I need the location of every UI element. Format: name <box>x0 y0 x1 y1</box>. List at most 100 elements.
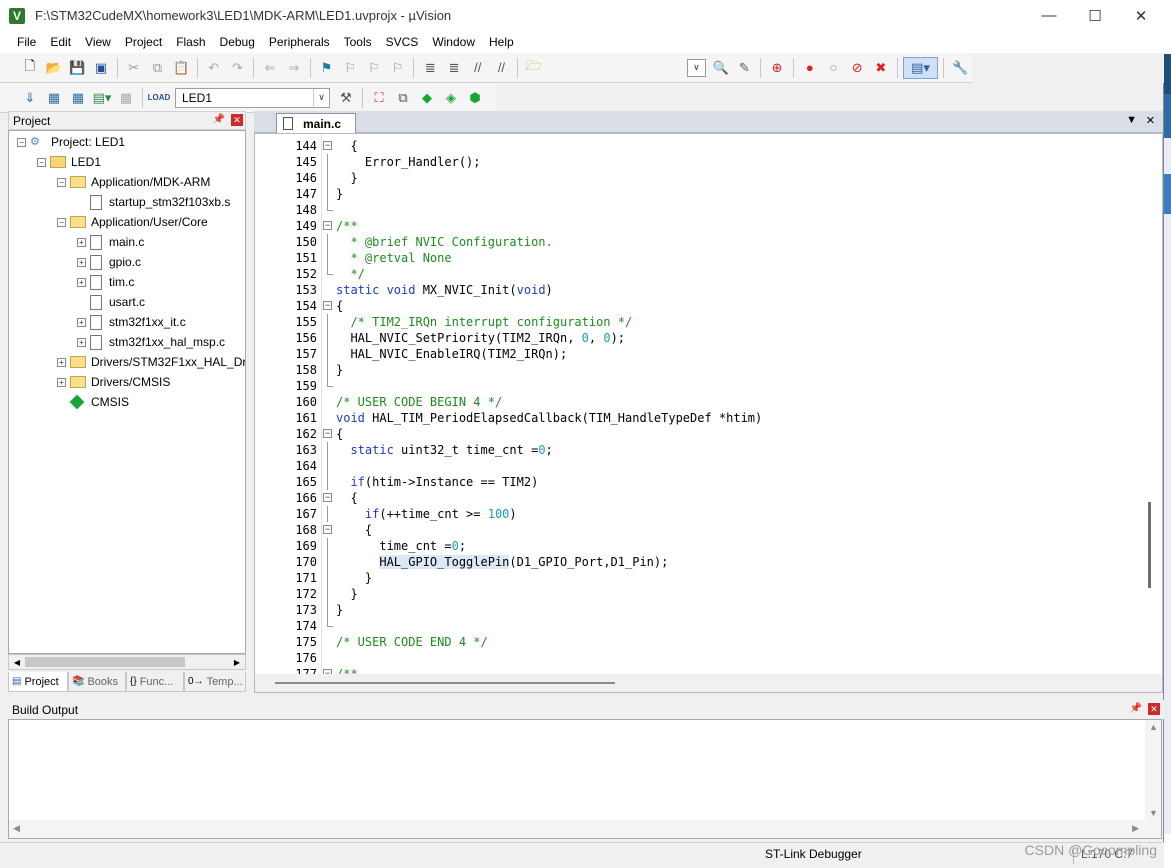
code-line[interactable]: HAL_NVIC_SetPriority(TIM2_IRQn, 0, 0); <box>336 330 625 346</box>
undo-icon[interactable]: ↶ <box>203 57 225 79</box>
code-line[interactable]: { <box>336 426 343 442</box>
menu-view[interactable]: View <box>78 35 118 49</box>
tree-item[interactable]: − ⚙ Project: LED1 <box>17 132 125 152</box>
fold-toggle-icon[interactable]: − <box>322 666 333 674</box>
configure-icon[interactable]: 🔧 <box>949 57 971 79</box>
cut-icon[interactable]: ✂ <box>123 57 145 79</box>
menu-project[interactable]: Project <box>118 35 169 49</box>
code-line[interactable]: HAL_GPIO_TogglePin(D1_GPIO_Port,D1_Pin); <box>336 554 668 570</box>
navigate-back-icon[interactable]: ⇐ <box>259 57 281 79</box>
build-icon[interactable]: ▦ <box>43 87 65 109</box>
code-line[interactable]: * @retval None <box>336 250 451 266</box>
code-line[interactable]: if(htim->Instance == TIM2) <box>336 474 538 490</box>
code-line[interactable]: } <box>336 586 357 602</box>
tree-item[interactable]: − Application/MDK-ARM <box>57 172 210 192</box>
code-line[interactable]: * @brief NVIC Configuration. <box>336 234 552 250</box>
tab-templates[interactable]: 0→ Temp... <box>184 672 246 692</box>
manage-run-time-environment-icon[interactable]: ⬢ <box>464 87 486 109</box>
file-extensions-icon[interactable]: ⛶ <box>368 87 390 109</box>
scroll-left-icon[interactable]: ◀ <box>13 823 20 834</box>
batch-build-icon[interactable]: ▤▾ <box>91 87 113 109</box>
build-output-horizontal-scrollbar[interactable]: ◀ ▶ <box>9 820 1161 838</box>
code-editor[interactable]: 144 145 146 147 148 149 150 151 152 153 154 155 156 1… <box>254 133 1163 693</box>
code-line[interactable]: static void MX_NVIC_Init(void) <box>336 282 553 298</box>
code-line[interactable]: /* USER CODE BEGIN 4 */ <box>336 394 502 410</box>
expand-icon[interactable]: + <box>77 257 86 267</box>
tree-item[interactable]: + main.c <box>77 232 144 252</box>
disable-all-breakpoints-icon[interactable]: ⊘ <box>846 57 868 79</box>
tab-main-c[interactable]: main.c <box>276 113 356 133</box>
bookmark-clear-icon[interactable]: ⚐ <box>387 57 409 79</box>
find-icon[interactable]: 🔍 <box>710 57 732 79</box>
expand-icon[interactable]: + <box>57 377 66 387</box>
tree-item[interactable]: − Application/User/Core <box>57 212 208 232</box>
find-combo-dropdown[interactable]: ∨ <box>687 58 706 77</box>
unindent-icon[interactable]: ≣ <box>443 57 465 79</box>
fold-toggle-icon[interactable]: − <box>322 298 333 314</box>
fold-toggle-icon[interactable]: − <box>322 490 333 506</box>
close-icon[interactable]: ✕ <box>231 114 243 126</box>
tree-item[interactable]: + tim.c <box>77 272 134 292</box>
uncomment-icon[interactable]: // <box>491 57 513 79</box>
code-line[interactable]: HAL_NVIC_EnableIRQ(TIM2_IRQn); <box>336 346 567 362</box>
tree-item[interactable]: CMSIS <box>57 392 129 412</box>
scroll-right-icon[interactable]: ▶ <box>230 656 244 668</box>
pin-icon[interactable]: 📌 <box>213 114 225 125</box>
tree-item[interactable]: usart.c <box>77 292 145 312</box>
menu-flash[interactable]: Flash <box>169 35 212 49</box>
insert-breakpoint-icon[interactable]: ● <box>799 57 821 79</box>
close-tab-icon[interactable]: ✕ <box>1146 114 1155 127</box>
editor-horizontal-scrollbar[interactable] <box>255 674 1162 692</box>
tree-item[interactable]: − LED1 <box>37 152 101 172</box>
code-line[interactable]: { <box>336 522 372 538</box>
bookmark-prev-icon[interactable]: ⚐ <box>339 57 361 79</box>
build-output-vertical-scrollbar[interactable]: ▲ ▼ <box>1145 720 1161 820</box>
rebuild-icon[interactable]: ▦ <box>67 87 89 109</box>
scroll-right-icon[interactable]: ▶ <box>1132 823 1139 834</box>
tab-functions[interactable]: {} Func... <box>126 672 184 692</box>
paste-icon[interactable]: 📋 <box>170 57 192 79</box>
code-line[interactable]: void HAL_TIM_PeriodElapsedCallback(TIM_H… <box>336 410 762 426</box>
tab-books[interactable]: 📚 Books <box>68 672 126 692</box>
translate-icon[interactable]: ⇓ <box>19 87 41 109</box>
scroll-up-icon[interactable]: ▲ <box>1149 722 1158 732</box>
debug-session-icon[interactable]: ⊕ <box>766 57 788 79</box>
code-line[interactable]: time_cnt =0; <box>336 538 466 554</box>
code-line[interactable]: /* USER CODE END 4 */ <box>336 634 488 650</box>
code-line[interactable]: /* TIM2_IRQn interrupt configuration */ <box>336 314 632 330</box>
tab-project[interactable]: ▤ Project <box>8 672 68 692</box>
incremental-find-icon[interactable]: ✎ <box>734 57 756 79</box>
indent-icon[interactable]: ≣ <box>419 57 441 79</box>
select-software-packs-icon[interactable]: ◆ <box>416 87 438 109</box>
code-line[interactable]: /** <box>336 218 358 234</box>
window-layout-icon[interactable]: ▤▾ <box>902 56 939 79</box>
code-line[interactable]: } <box>336 570 372 586</box>
scroll-left-icon[interactable]: ◀ <box>10 656 24 668</box>
menu-edit[interactable]: Edit <box>43 35 78 49</box>
expand-icon[interactable]: + <box>77 277 86 287</box>
tree-item[interactable]: + stm32f1xx_hal_msp.c <box>77 332 225 352</box>
save-all-icon[interactable]: ▣ <box>90 57 112 79</box>
code-line[interactable]: } <box>336 362 343 378</box>
pack-installer-icon[interactable]: ◈ <box>440 87 462 109</box>
menu-help[interactable]: Help <box>482 35 521 49</box>
target-select[interactable]: LED1 ∨ <box>175 87 330 108</box>
find-in-files-icon[interactable]: 🗁 <box>523 57 545 79</box>
expand-icon[interactable]: + <box>77 317 86 327</box>
fold-toggle-icon[interactable]: − <box>322 426 333 442</box>
new-file-icon[interactable]: 🗋 <box>19 57 41 79</box>
stop-build-icon[interactable]: ▦ <box>115 87 137 109</box>
menu-tools[interactable]: Tools <box>337 35 379 49</box>
fold-toggle-icon[interactable]: − <box>322 218 333 234</box>
bookmark-next-icon[interactable]: ⚐ <box>363 57 385 79</box>
tree-item[interactable]: startup_stm32f103xb.s <box>77 192 230 212</box>
code-line[interactable]: static uint32_t time_cnt =0; <box>336 442 552 458</box>
fold-toggle-icon[interactable]: − <box>322 522 333 538</box>
code-line[interactable]: } <box>336 602 343 618</box>
code-line[interactable]: { <box>336 298 343 314</box>
expand-icon[interactable]: + <box>57 357 66 367</box>
pin-icon[interactable]: 📌 <box>1130 703 1142 714</box>
collapse-icon[interactable]: − <box>57 177 66 187</box>
menu-file[interactable]: File <box>10 35 43 49</box>
comment-icon[interactable]: // <box>467 57 489 79</box>
